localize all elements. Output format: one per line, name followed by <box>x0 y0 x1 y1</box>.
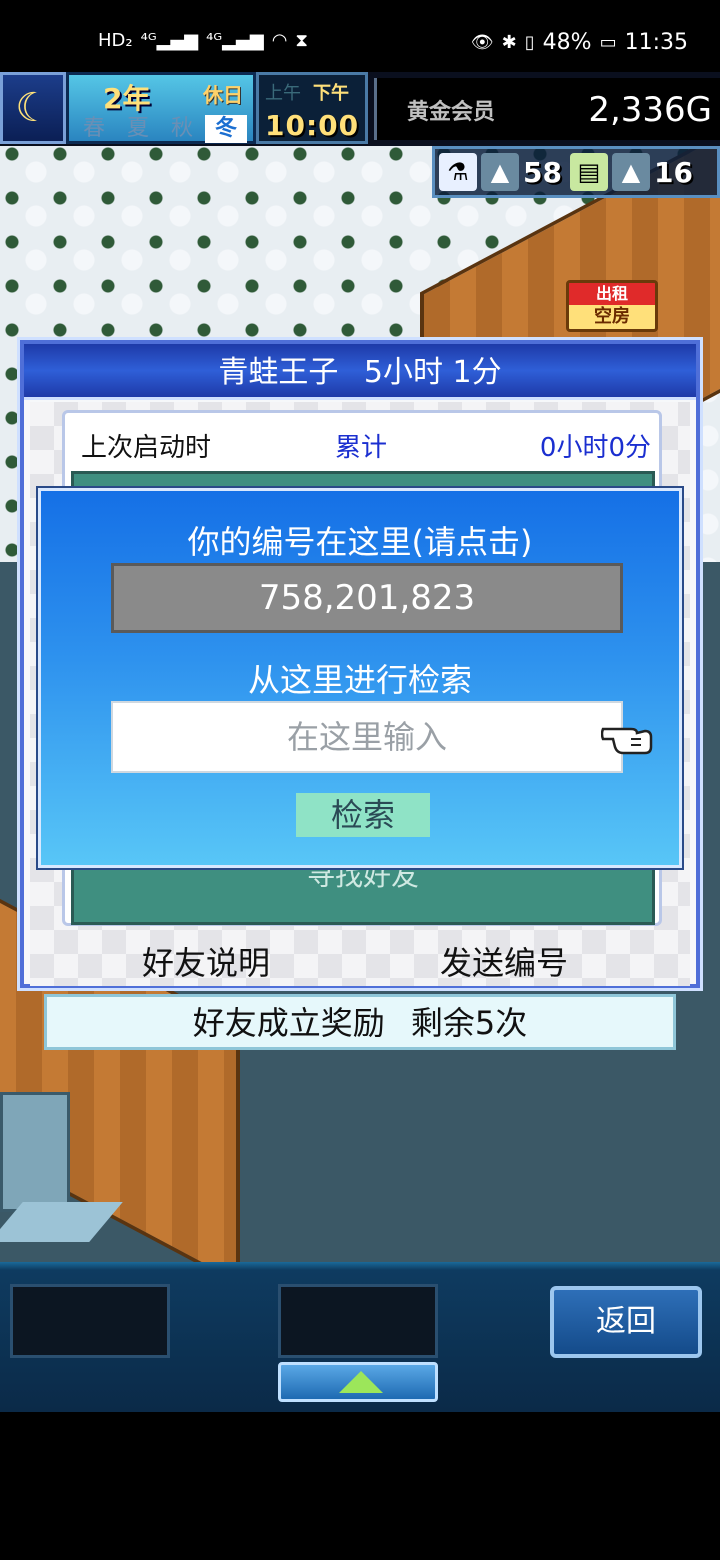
wifi-icon: ◠ <box>271 30 288 51</box>
season-winter: 冬 <box>205 115 247 143</box>
up-arrow-icon <box>339 1371 383 1393</box>
back-button[interactable]: 返回 <box>550 1286 702 1358</box>
search-input[interactable] <box>111 701 623 773</box>
moon-icon: ☾ <box>0 72 66 144</box>
ampm-indicator: 上午 下午 <box>265 79 349 105</box>
friend-explain-button[interactable]: 好友说明 <box>142 938 270 984</box>
reward-remaining: 剩余5次 <box>410 1004 528 1042</box>
friend-search-dialog: 你的编号在这里(请点击) 758,201,823 从这里进行检索 检索 <box>38 488 682 868</box>
signal-icon: ⁴ᴳ▂▄▆ <box>140 30 199 51</box>
stat-row: 上次启动时 累计 0小时0分 <box>81 427 651 467</box>
cumulative-value: 0小时0分 <box>539 433 651 463</box>
date-box: 2年 休日 春 夏 秋 冬 <box>66 72 256 144</box>
send-id-button[interactable]: 发送编号 <box>440 938 568 984</box>
status-bar: HD₂ ⁴ᴳ▂▄▆ ⁴ᴳ▂▄▆ ◠ ⧗ 👁 ✱ ▯ 48% ▭ 11:35 <box>0 0 720 72</box>
empty-slot-center <box>278 1284 438 1358</box>
status-time: 11:35 <box>624 30 688 55</box>
flask-icon: ⚗ <box>439 153 477 191</box>
panel-footer: 好友说明 发送编号 <box>30 938 690 986</box>
empty-slot-left <box>10 1284 170 1358</box>
pm-label: 下午 <box>313 83 349 104</box>
resource-row: ⚗ ▲ 58 ▤ ▲ 16 <box>432 146 720 198</box>
year-display: 2年 <box>103 77 151 117</box>
hd-icon: HD₂ <box>98 30 133 51</box>
cumulative-label: 累计 <box>335 433 388 463</box>
clock-display: 10:00 <box>265 109 360 142</box>
door-mat <box>0 1202 123 1242</box>
panel-title-time: 5小时 1分 <box>363 355 502 390</box>
dialog-title: 你的编号在这里(请点击) <box>187 523 533 561</box>
battery-percent: 48% <box>542 30 592 55</box>
holiday-label: 休日 <box>203 83 243 107</box>
status-left-icons: HD₂ ⁴ᴳ▂▄▆ ⁴ᴳ▂▄▆ ◠ ⧗ <box>98 30 308 51</box>
battery-icon: ▭ <box>599 32 617 53</box>
player-id-box[interactable]: 758,201,823 <box>111 563 623 633</box>
signal-icon-2: ⁴ᴳ▂▄▆ <box>206 30 264 51</box>
tree-icon: ▲ <box>611 153 650 191</box>
hourglass-icon: ⧗ <box>295 30 309 51</box>
rent-sign[interactable]: 出租 空房 <box>566 280 658 332</box>
ticket-icon: ▤ <box>569 153 608 191</box>
top-hud: ☾ 2年 休日 春 夏 秋 冬 上午 下午 10:00 黄金会员 2,336G <box>0 72 720 146</box>
last-launch-label: 上次启动时 <box>81 433 212 463</box>
year-number: 2 <box>103 82 123 115</box>
pointing-hand-icon <box>601 727 653 755</box>
reward-label: 好友成立奖励 <box>192 1004 385 1042</box>
vibrate-icon: ▯ <box>524 32 535 53</box>
status-right: 👁 ✱ ▯ 48% ▭ 11:35 <box>471 30 688 55</box>
season-row: 春 夏 秋 冬 <box>73 115 247 143</box>
rent-label: 出租 <box>569 283 655 305</box>
gold-value: 2,336G <box>588 90 712 130</box>
season-autumn: 秋 <box>170 116 193 141</box>
panel-title: 青蛙王子 5小时 1分 <box>24 344 696 400</box>
expand-up-button[interactable] <box>278 1362 438 1402</box>
time-box: 上午 下午 10:00 <box>256 72 368 144</box>
season-spring: 春 <box>82 116 105 141</box>
am-label: 上午 <box>265 83 301 104</box>
mountain-icon: ▲ <box>481 153 519 191</box>
panel-title-name: 青蛙王子 <box>218 355 339 390</box>
gold-box: 黄金会员 2,336G <box>374 78 720 140</box>
tree-count: 16 <box>653 155 693 189</box>
year-unit: 年 <box>122 82 151 115</box>
vacant-label: 空房 <box>569 305 655 329</box>
search-label: 从这里进行检索 <box>247 661 472 699</box>
glass-door <box>0 1092 70 1212</box>
bluetooth-icon: ✱ <box>501 32 517 53</box>
eye-icon: 👁 <box>470 32 494 53</box>
gold-member-label: 黄金会员 <box>407 100 496 125</box>
bottom-toolbar: 返回 <box>0 1262 720 1412</box>
mountain-count: 58 <box>523 155 562 189</box>
season-summer: 夏 <box>126 116 149 141</box>
search-button[interactable]: 检索 <box>296 793 430 837</box>
friend-reward-bar: 好友成立奖励 剩余5次 <box>44 994 676 1050</box>
